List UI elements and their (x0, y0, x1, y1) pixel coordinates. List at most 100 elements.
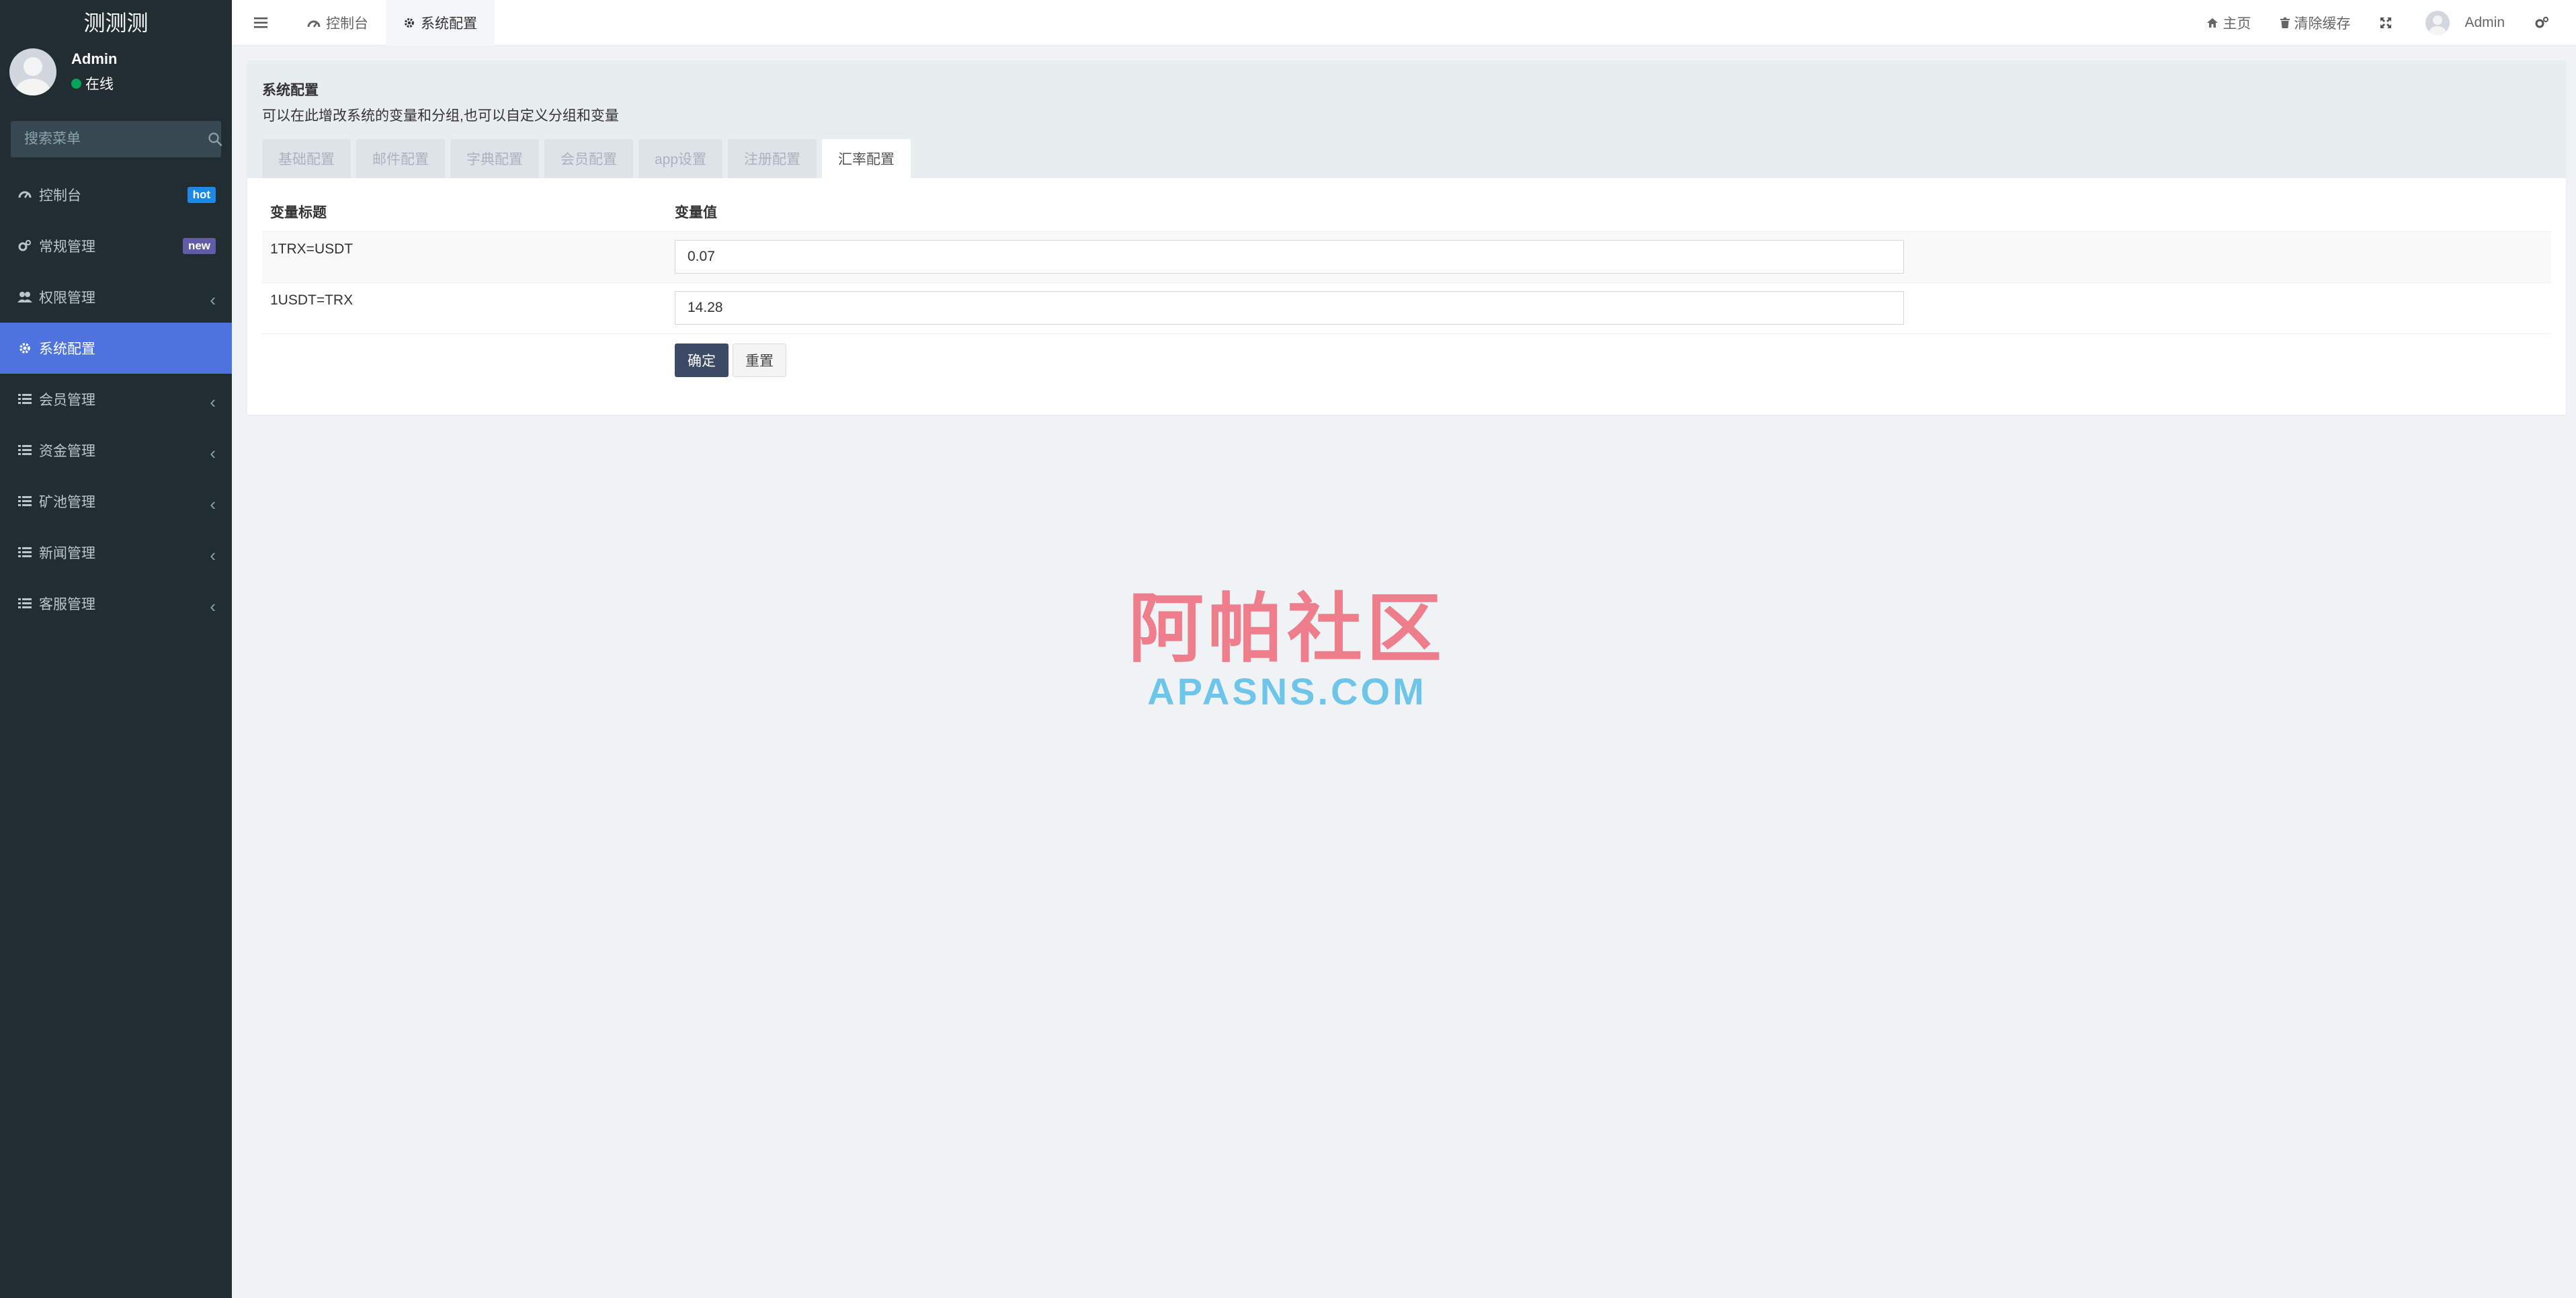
sidebar-toggle-button[interactable] (232, 0, 290, 46)
home-icon (2206, 17, 2218, 28)
top-right-menu: 主页 清除缓存 Admin (2192, 0, 2576, 46)
home-label: 主页 (2222, 15, 2251, 32)
tab-exchange-rate-config[interactable]: 汇率配置 (822, 139, 911, 178)
search-input[interactable] (23, 130, 208, 148)
list-icon (17, 494, 32, 509)
avatar (9, 48, 56, 95)
trx-usdt-rate-input[interactable] (675, 240, 1904, 274)
sidebar-item-label: 矿池管理 (39, 495, 95, 510)
chevron-left-icon: ‹ (210, 391, 216, 412)
tab-basic-config[interactable]: 基础配置 (262, 139, 351, 178)
sidebar-item-general[interactable]: 常规管理 new (0, 220, 232, 272)
chevron-left-icon: ‹ (210, 289, 216, 310)
clear-cache-label: 清除缓存 (2294, 15, 2351, 32)
trash-icon (2280, 17, 2290, 28)
sidebar: 测测测 Admin 在线 控制台 hot (0, 0, 232, 1298)
dashboard-icon (307, 17, 321, 28)
top-navbar: 控制台 系统配置 主页 清除缓存 Admin (232, 0, 2576, 46)
avatar (2425, 10, 2450, 35)
sidebar-item-system-config[interactable]: 系统配置 (0, 323, 232, 374)
gear-icon (403, 17, 415, 29)
watermark-en: APASNS.COM (1147, 670, 1427, 713)
brand-logo[interactable]: 测测测 (0, 0, 232, 43)
config-tabs: 基础配置 邮件配置 字典配置 会员配置 app设置 注册配置 汇率配置 (262, 139, 916, 178)
list-icon (17, 443, 32, 458)
variable-value-cell (675, 240, 2551, 274)
sidebar-item-label: 控制台 (39, 188, 81, 204)
list-icon (17, 545, 32, 560)
column-header-value: 变量值 (675, 205, 717, 220)
reset-button[interactable]: 重置 (733, 343, 786, 377)
user-menu[interactable]: Admin (2411, 0, 2520, 46)
sidebar-search (11, 121, 222, 157)
users-icon (17, 290, 32, 305)
sidebar-item-label: 系统配置 (39, 341, 95, 357)
sidebar-item-label: 会员管理 (39, 393, 95, 408)
search-icon[interactable] (208, 132, 222, 147)
user-status-label: 在线 (85, 77, 114, 92)
user-panel: Admin 在线 (0, 43, 232, 101)
sidebar-item-funds[interactable]: 资金管理 ‹ (0, 425, 232, 476)
list-icon (17, 596, 32, 611)
variable-value-cell (675, 291, 2551, 325)
config-panel: 系统配置 可以在此增改系统的变量和分组,也可以自定义分组和变量 基础配置 邮件配… (247, 60, 2566, 415)
confirm-button[interactable]: 确定 (675, 343, 729, 377)
clear-cache-button[interactable]: 清除缓存 (2266, 0, 2365, 46)
tab-register-config[interactable]: 注册配置 (728, 139, 817, 178)
cogs-icon (2534, 16, 2549, 30)
sidebar-item-label: 客服管理 (39, 597, 95, 612)
tab-email-config[interactable]: 邮件配置 (356, 139, 445, 178)
online-status-icon (71, 78, 81, 89)
column-header-title: 变量标题 (270, 205, 327, 220)
dashboard-icon (17, 188, 32, 202)
fullscreen-button[interactable] (2365, 0, 2411, 46)
sidebar-item-label: 资金管理 (39, 444, 95, 459)
sidebar-item-label: 新闻管理 (39, 546, 95, 561)
watermark-cn: 阿帕社区 (1128, 587, 1446, 671)
list-icon (17, 392, 32, 407)
page-description: 可以在此增改系统的变量和分组,也可以自定义分组和变量 (262, 108, 619, 124)
form-actions: 确定 重置 (262, 334, 2551, 377)
config-table: 变量标题 变量值 1TRX=USDT 1USDT=TRX 确定 重置 (247, 178, 2566, 377)
panel-heading: 系统配置 可以在此增改系统的变量和分组,也可以自定义分组和变量 基础配置 邮件配… (247, 60, 2566, 178)
tab-system-config[interactable]: 系统配置 (386, 0, 495, 46)
variable-title: 1TRX=USDT (270, 241, 354, 257)
sidebar-menu: 控制台 hot 常规管理 new 权限管理 ‹ 系统配置 会员管理 ‹ 资金管理… (0, 169, 232, 629)
sidebar-item-label: 常规管理 (39, 239, 95, 255)
cogs-icon (17, 239, 32, 253)
table-row: 1TRX=USDT (262, 232, 2551, 283)
watermark: 阿帕社区 APASNS.COM (1122, 592, 1452, 713)
user-status: 在线 (71, 73, 117, 93)
tab-app-settings[interactable]: app设置 (638, 139, 723, 178)
home-link[interactable]: 主页 (2192, 0, 2266, 46)
tab-label: 控制台 (326, 15, 368, 32)
user-name: Admin (71, 50, 118, 67)
sidebar-item-news[interactable]: 新闻管理 ‹ (0, 527, 232, 578)
tab-label: 系统配置 (421, 15, 477, 32)
page-title: 系统配置 (262, 83, 319, 98)
chevron-left-icon: ‹ (210, 442, 216, 463)
tab-member-config[interactable]: 会员配置 (544, 139, 633, 178)
user-info: Admin 在线 (71, 50, 117, 93)
new-badge: new (182, 238, 216, 254)
sidebar-item-dashboard[interactable]: 控制台 hot (0, 169, 232, 220)
settings-button[interactable] (2520, 0, 2568, 46)
fullscreen-icon (2380, 17, 2392, 29)
sidebar-item-label: 权限管理 (39, 290, 95, 306)
sidebar-item-members[interactable]: 会员管理 ‹ (0, 374, 232, 425)
hot-badge: hot (187, 187, 216, 203)
sidebar-item-permissions[interactable]: 权限管理 ‹ (0, 272, 232, 323)
table-header: 变量标题 变量值 (262, 178, 2551, 232)
usdt-trx-rate-input[interactable] (675, 291, 1904, 325)
table-row: 1USDT=TRX (262, 283, 2551, 334)
gear-icon (17, 341, 32, 356)
admin-label: Admin (2464, 14, 2505, 30)
hamburger-icon (254, 17, 267, 28)
chevron-left-icon: ‹ (210, 596, 216, 616)
chevron-left-icon: ‹ (210, 493, 216, 514)
sidebar-item-customer-service[interactable]: 客服管理 ‹ (0, 578, 232, 629)
tab-dashboard[interactable]: 控制台 (290, 0, 386, 46)
sidebar-item-mining-pool[interactable]: 矿池管理 ‹ (0, 476, 232, 527)
tab-dictionary-config[interactable]: 字典配置 (450, 139, 539, 178)
variable-title: 1USDT=TRX (270, 292, 354, 308)
